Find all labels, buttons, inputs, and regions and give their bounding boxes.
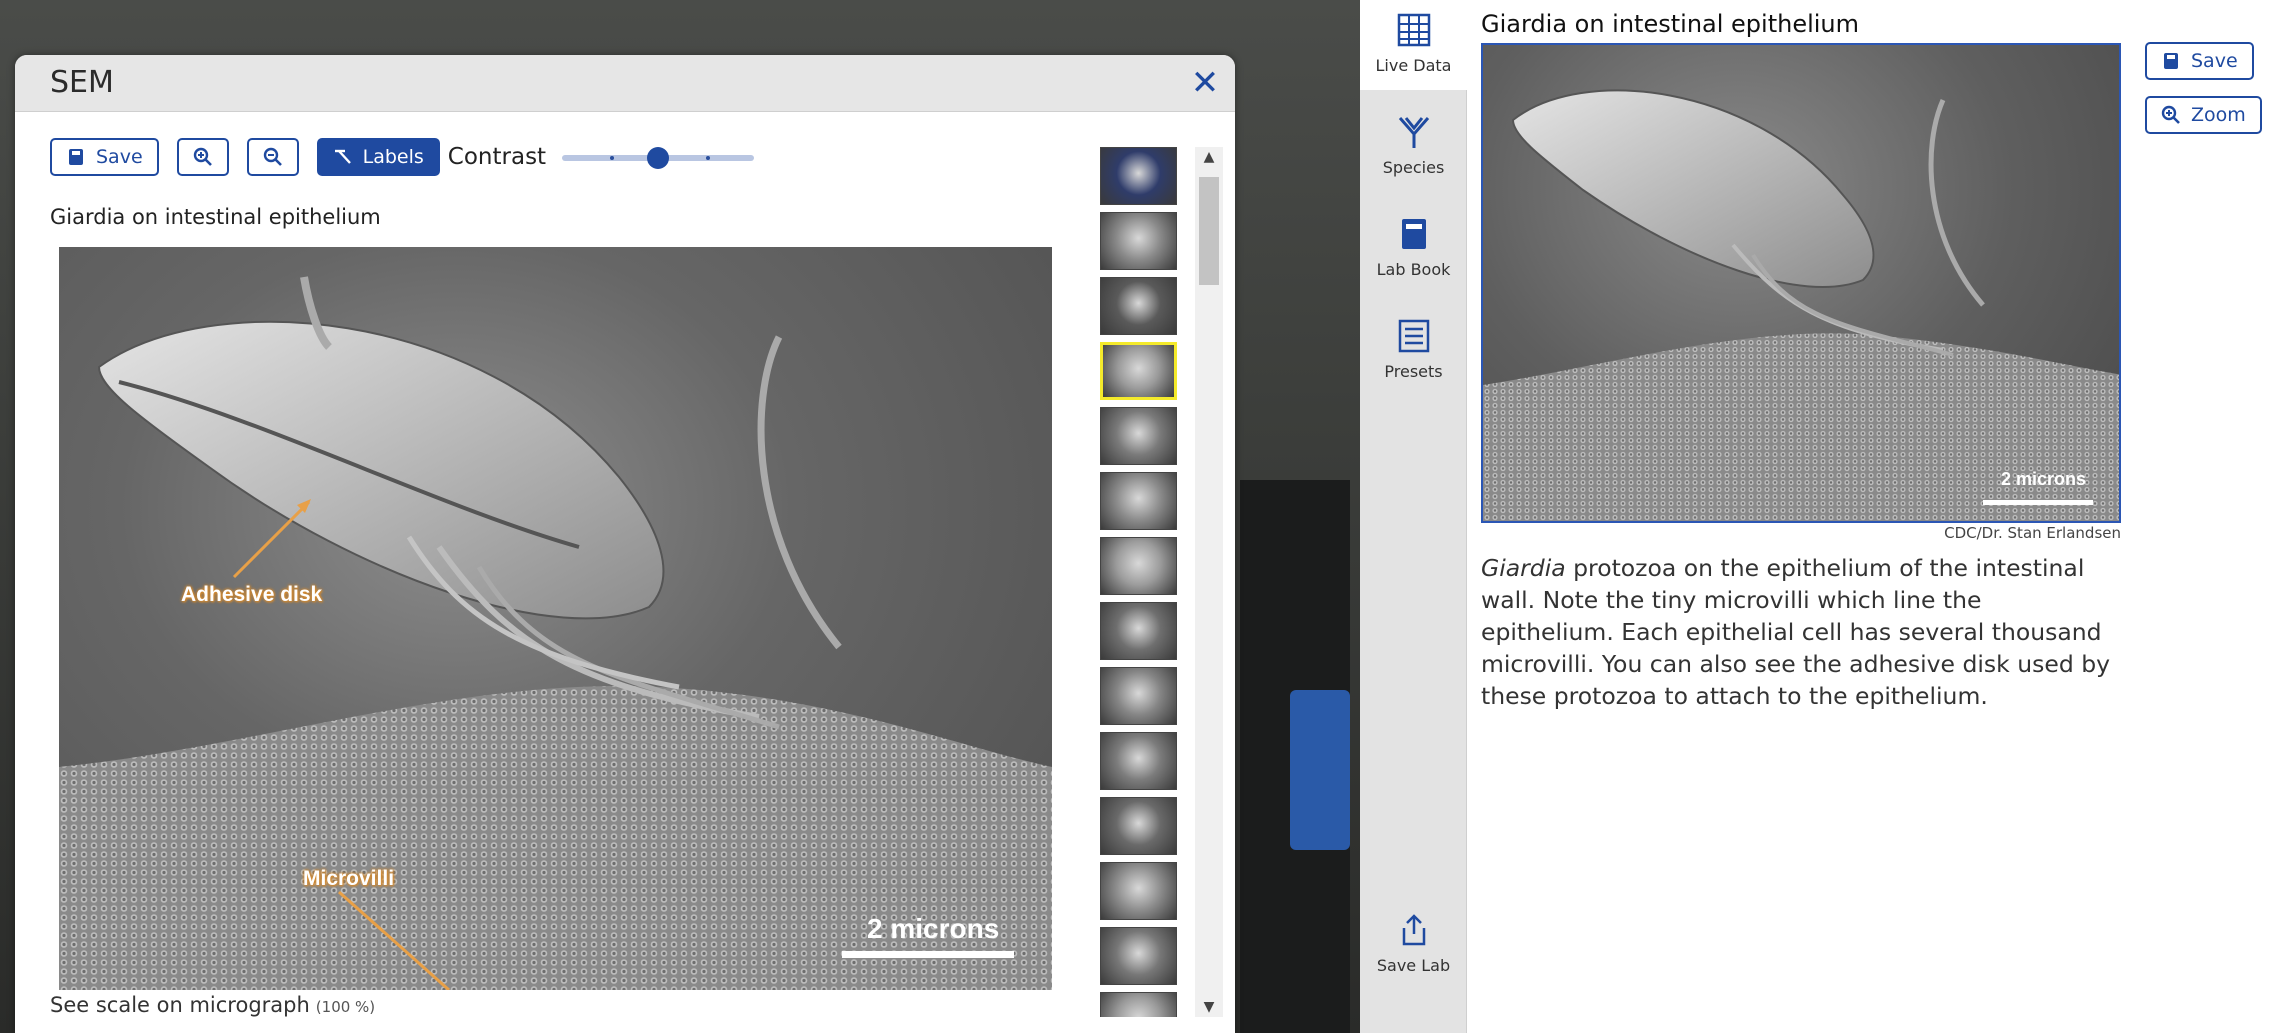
panel-title: Giardia on intestinal epithelium [1481, 10, 1860, 38]
sidebar-item-label: Live Data [1375, 56, 1452, 75]
giardia-micrograph-drawing [59, 276, 1052, 990]
contrast-label: Contrast [447, 144, 547, 170]
thumbnail[interactable] [1100, 667, 1177, 725]
adhesive-disk-label: Adhesive disk [181, 583, 323, 606]
image-credit: CDC/Dr. Stan Erlandsen [1944, 524, 2121, 542]
sem-window-title: SEM [50, 65, 114, 100]
sidebar-item-species[interactable]: Species [1360, 102, 1467, 192]
thumbnail[interactable] [1100, 472, 1177, 530]
save-icon [2164, 53, 2178, 69]
thumbnail[interactable] [1100, 147, 1177, 205]
labels-button-label: Labels [362, 146, 424, 168]
sidebar-item-save-lab[interactable]: Save Lab [1360, 900, 1467, 990]
thumbnail[interactable] [1100, 212, 1177, 270]
sidebar-item-lab-book[interactable]: Lab Book [1360, 204, 1467, 294]
sidebar-item-presets[interactable]: Presets [1360, 306, 1467, 396]
save-button-label: Save [96, 146, 143, 168]
thumbnail[interactable] [1100, 732, 1177, 790]
thumbnail[interactable] [1100, 602, 1177, 660]
labels-toggle-button[interactable]: Labels [316, 138, 440, 176]
right-panel: Giardia on intestinal epithelium 2 micro… [1467, 0, 2273, 1033]
list-icon [1398, 319, 1429, 353]
thumbnail[interactable] [1100, 277, 1177, 335]
label-pointer-icon [334, 149, 351, 164]
zoom-out-button[interactable] [246, 138, 299, 176]
panel-zoom-button[interactable]: Zoom [2145, 96, 2262, 134]
thumbnail-strip [1093, 147, 1183, 1017]
sem-window: SEM ✕ Save Labels Contrast Giardia on in… [15, 55, 1235, 1033]
save-icon [69, 149, 83, 165]
micrograph-caption: Giardia on intestinal epithelium [50, 205, 381, 229]
tool-sidebar: Live Data Species Lab Book Presets Save … [1360, 0, 1467, 1033]
zoom-out-icon [263, 147, 282, 166]
thumbnail[interactable] [1100, 407, 1177, 465]
scroll-up-arrow-icon[interactable]: ▲ [1195, 149, 1223, 165]
thumbnail[interactable] [1100, 927, 1177, 985]
zoom-icon [2161, 105, 2180, 124]
thumbnail[interactable] [1100, 797, 1177, 855]
micrograph-image: Adhesive disk Microvilli 2 microns [59, 247, 1052, 990]
close-icon: ✕ [1190, 63, 1220, 103]
contrast-slider-knob[interactable] [647, 147, 670, 169]
contrast-slider[interactable] [562, 147, 755, 169]
thumbnail[interactable] [1100, 537, 1177, 595]
scale-bar-label: 2 microns [867, 913, 1000, 944]
sem-toolbar: Save Labels Contrast [50, 137, 755, 177]
zoom-in-button[interactable] [176, 138, 229, 176]
close-button[interactable]: ✕ [1187, 65, 1223, 101]
scrollbar-handle[interactable] [1199, 177, 1219, 285]
sem-titlebar: SEM ✕ [15, 55, 1235, 112]
scale-note: See scale on micrograph [50, 993, 310, 1017]
thumbnail[interactable] [1100, 862, 1177, 920]
scroll-down-arrow-icon[interactable]: ▼ [1195, 999, 1223, 1015]
panel-zoom-label: Zoom [2191, 104, 2246, 126]
zoom-level: (100 %) [315, 998, 376, 1016]
sidebar-item-label: Save Lab [1376, 956, 1451, 975]
thumbnail-scrollbar[interactable]: ▲ ▼ [1195, 147, 1223, 1017]
thumbnail[interactable] [1100, 342, 1177, 400]
species-icon [1398, 117, 1429, 148]
panel-micrograph-drawing [1483, 89, 2119, 521]
description-species: Giardia [1481, 554, 1566, 582]
share-icon [1402, 914, 1425, 946]
background-device [1290, 690, 1350, 850]
microvilli-label: Microvilli [303, 867, 395, 890]
book-icon [1401, 219, 1426, 249]
save-button[interactable]: Save [50, 138, 159, 176]
panel-scale-bar-label: 2 microns [2001, 469, 2087, 489]
table-icon [1397, 13, 1430, 47]
panel-save-button[interactable]: Save [2145, 42, 2254, 80]
panel-micrograph[interactable]: 2 microns [1481, 43, 2121, 523]
description-text: protozoa on the epithelium of the intest… [1481, 554, 2111, 710]
panel-save-label: Save [2191, 50, 2238, 72]
sidebar-item-label: Presets [1384, 362, 1443, 381]
image-description: Giardia protozoa on the epithelium of th… [1481, 552, 2121, 712]
sidebar-item-live-data[interactable]: Live Data [1360, 0, 1467, 90]
thumbnail[interactable] [1100, 992, 1177, 1017]
sem-footer: See scale on micrograph (100 %) [50, 993, 375, 1017]
zoom-in-icon [193, 147, 212, 166]
sidebar-item-label: Species [1382, 158, 1445, 177]
sidebar-item-label: Lab Book [1376, 260, 1451, 279]
